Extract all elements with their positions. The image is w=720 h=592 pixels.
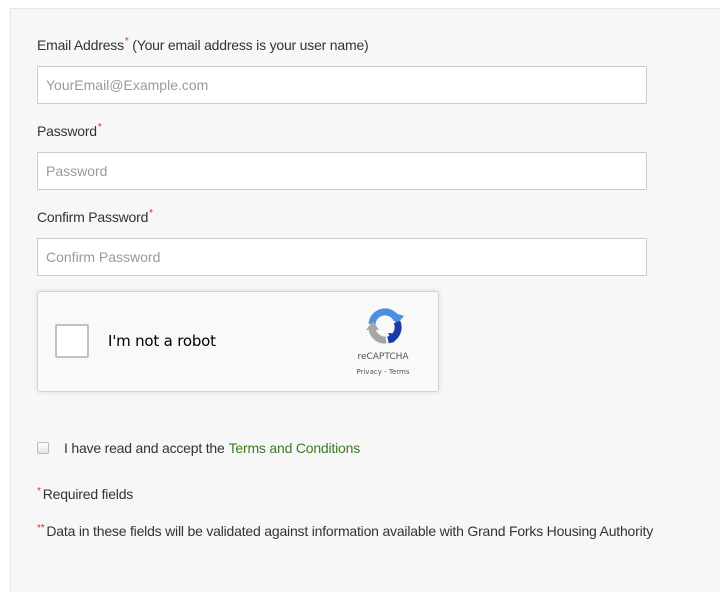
terms-row: I have read and accept the Terms and Con… (37, 439, 360, 457)
recaptcha-brand: reCAPTCHA (357, 352, 409, 362)
password-required-mark: * (97, 122, 102, 133)
email-label-text: Email Address (37, 37, 124, 53)
password-field[interactable] (37, 152, 647, 190)
recaptcha-terms-link[interactable]: Terms (389, 368, 410, 376)
recaptcha-widget: I'm not a robot reCAPTCHA Privacy - Term… (37, 291, 439, 392)
confirm-password-field[interactable] (37, 238, 647, 276)
recaptcha-label: I'm not a robot (108, 332, 216, 350)
recaptcha-links: Privacy - Terms (338, 368, 428, 376)
terms-and-conditions-link[interactable]: Terms and Conditions (229, 440, 361, 456)
email-label: Email Address* (Your email address is yo… (37, 36, 369, 53)
required-fields-note: * Required fields (37, 483, 133, 506)
recaptcha-privacy-link[interactable]: Privacy (357, 368, 382, 376)
validation-note: ** Data in these fields will be validated… (37, 520, 697, 543)
password-label: Password* (37, 122, 102, 139)
email-field[interactable] (37, 66, 647, 104)
terms-checkbox[interactable] (37, 442, 49, 454)
confirm-password-label: Confirm Password* (37, 208, 153, 225)
email-hint: (Your email address is your user name) (128, 37, 369, 53)
terms-text: I have read and accept the (64, 440, 225, 456)
recaptcha-logo-icon (366, 308, 404, 344)
recaptcha-links-separator: - (381, 368, 389, 376)
password-label-text: Password (37, 123, 97, 139)
required-note-mark: * (37, 486, 41, 497)
email-required-mark: * (124, 36, 129, 47)
validation-note-text: Data in these fields will be validated a… (46, 523, 654, 539)
confirm-password-label-text: Confirm Password (37, 209, 149, 225)
recaptcha-checkbox[interactable] (55, 324, 89, 358)
confirm-password-required-mark: * (149, 208, 153, 219)
required-note-text: Required fields (42, 486, 134, 502)
validation-note-mark: ** (37, 523, 45, 534)
